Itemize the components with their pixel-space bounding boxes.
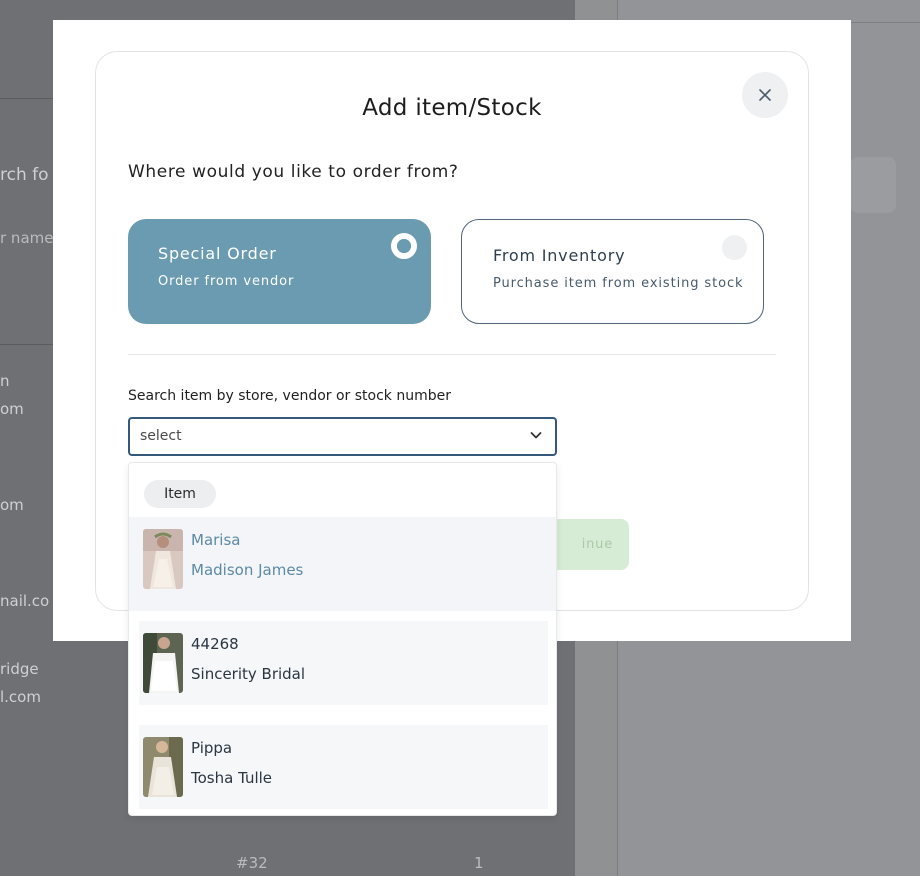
dropdown-option[interactable]: 44268 Sincerity Bridal [139, 621, 548, 705]
background-text: n [0, 372, 10, 390]
order-source-question: Where would you like to order from? [128, 162, 459, 182]
item-name: Pippa [191, 739, 233, 757]
select-placeholder: select [140, 428, 182, 444]
item-dropdown-menu: Item Marisa Madison James 44268 Sincerit… [128, 462, 557, 816]
option-title: From Inventory [493, 246, 626, 265]
item-vendor: Tosha Tulle [191, 769, 273, 787]
background-text: 1 [474, 854, 484, 872]
search-label: Search item by store, vendor or stock nu… [128, 388, 452, 404]
modal-title: Add item/Stock [362, 95, 542, 121]
item-vendor: Madison James [191, 561, 304, 579]
background-text: nail.co [0, 592, 50, 610]
background-search-text: rch fo [0, 165, 49, 185]
item-vendor: Sincerity Bridal [191, 665, 306, 683]
background-text: #32 [236, 854, 268, 872]
section-divider [128, 354, 776, 355]
background-text: om [0, 400, 24, 418]
option-subtitle: Order from vendor [158, 274, 295, 289]
option-title: Special Order [158, 244, 277, 263]
from-inventory-option[interactable]: From Inventory Purchase item from existi… [461, 219, 764, 324]
special-order-option[interactable]: Special Order Order from vendor [128, 219, 431, 324]
background-button [850, 157, 896, 213]
radio-unselected[interactable] [722, 235, 747, 260]
item-name: 44268 [191, 635, 239, 653]
radio-selected[interactable] [391, 233, 417, 259]
group-label-chip: Item [144, 480, 216, 508]
dropdown-option[interactable]: Pippa Tosha Tulle [139, 725, 548, 809]
item-search-select[interactable]: select [128, 417, 557, 456]
item-thumbnail [143, 737, 183, 797]
item-thumbnail [143, 529, 183, 589]
dropdown-option[interactable]: Marisa Madison James [129, 517, 556, 611]
option-subtitle: Purchase item from existing stock [493, 276, 744, 291]
item-name: Marisa [191, 531, 241, 549]
chevron-down-icon [530, 432, 542, 439]
background-text: r name [0, 229, 54, 247]
item-thumbnail [143, 633, 183, 693]
background-text: ridge [0, 660, 39, 678]
continue-label: inue [581, 537, 613, 552]
background-text: l.com [0, 688, 41, 706]
background-text: om [0, 496, 24, 514]
